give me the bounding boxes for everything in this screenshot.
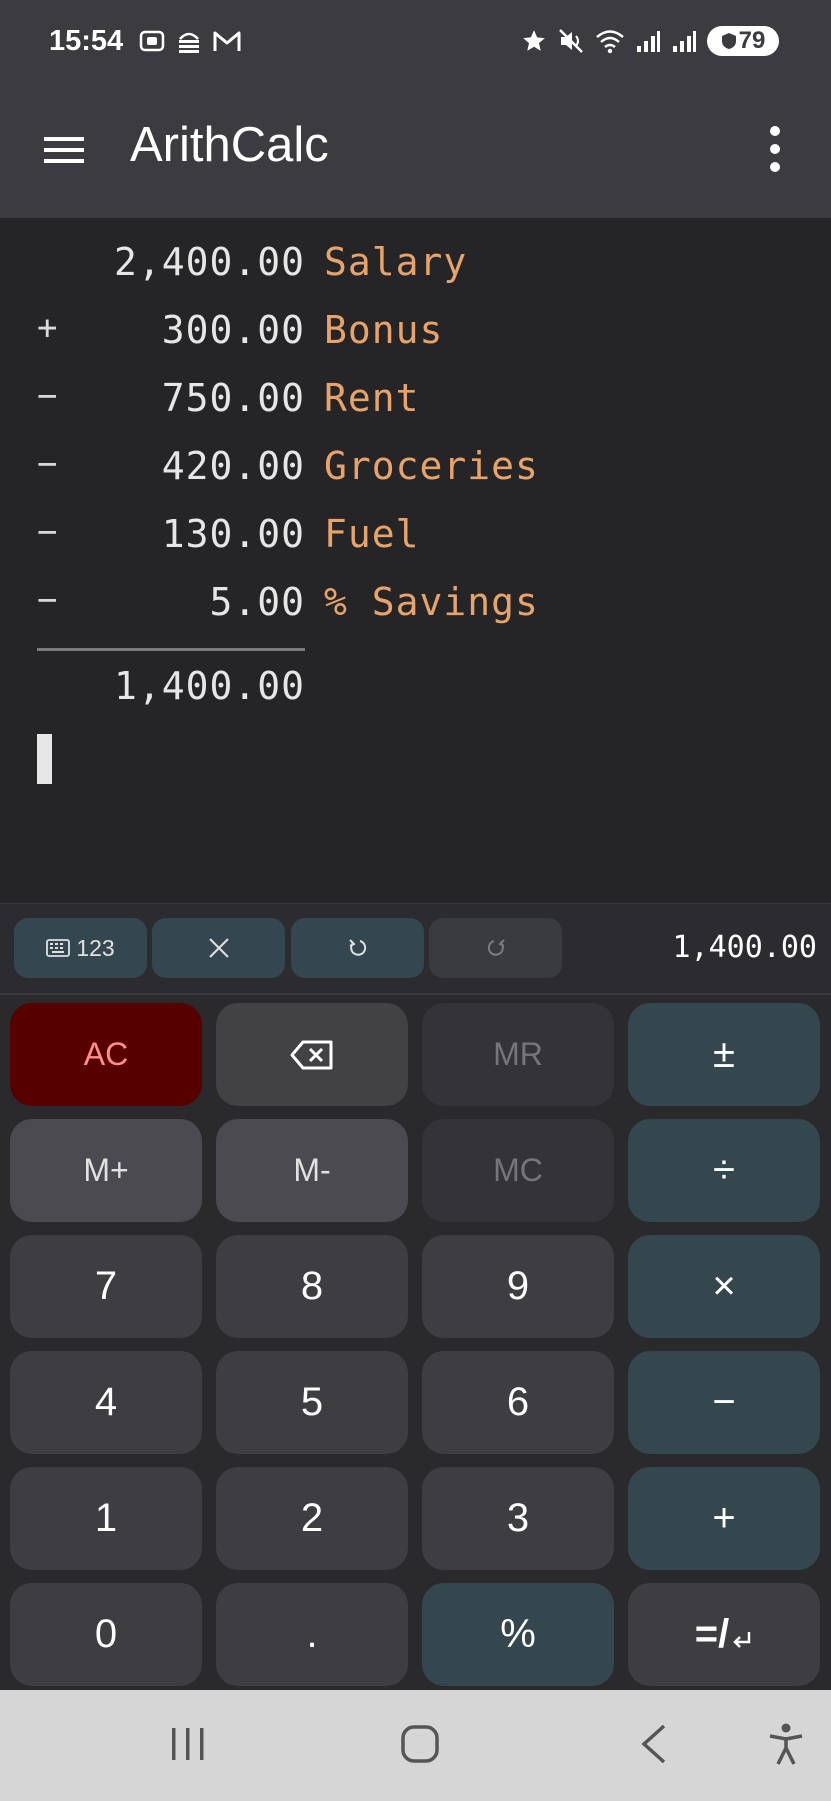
tape-label: % Savings (324, 580, 539, 624)
tape-value: 5.00 (209, 580, 305, 624)
overflow-menu-icon[interactable] (765, 123, 785, 175)
tape-row[interactable]: − 420.00 Groceries (0, 436, 831, 496)
tape-label: Bonus (324, 308, 444, 352)
signal-icon-2 (673, 31, 696, 52)
shield-icon (721, 33, 736, 49)
undo-button[interactable] (291, 918, 424, 978)
toolbar: 123 1,400.00 (0, 903, 831, 994)
redo-button[interactable] (429, 918, 562, 978)
equals-enter-button[interactable]: =/ (628, 1583, 820, 1686)
status-time: 15:54 (49, 25, 124, 57)
tape-value: 750.00 (161, 376, 305, 420)
tape-label: Rent (324, 376, 420, 420)
multiply-button[interactable]: × (628, 1235, 820, 1338)
plus-minus-button[interactable]: ± (628, 1003, 820, 1106)
digit-2-button[interactable]: 2 (216, 1467, 408, 1570)
keyboard-icon (46, 939, 71, 957)
tape-total: 1,400.00 (113, 664, 305, 708)
backspace-button[interactable] (216, 1003, 408, 1106)
close-icon (208, 938, 229, 958)
star-icon (523, 30, 545, 51)
memory-subtract-button[interactable]: M- (216, 1119, 408, 1222)
tape-label: Salary (324, 240, 468, 284)
memory-recall-button[interactable]: MR (422, 1003, 614, 1106)
screenshot-icon (139, 30, 165, 52)
digit-0-button[interactable]: 0 (10, 1583, 202, 1686)
tape-row[interactable]: 2,400.00 Salary (0, 232, 831, 292)
minus-button[interactable]: − (628, 1351, 820, 1454)
equals-label: =/ (694, 1612, 730, 1656)
tape-row[interactable]: − 5.00 % Savings (0, 572, 831, 632)
home-icon[interactable] (398, 1722, 442, 1766)
status-left-icons (138, 27, 242, 55)
total-divider (37, 648, 305, 651)
system-navigation-bar (0, 1690, 831, 1801)
tape-label: Groceries (324, 444, 539, 488)
wifi-icon (596, 30, 624, 54)
tape-row[interactable]: + 300.00 Bonus (0, 300, 831, 360)
tape-value: 130.00 (161, 512, 305, 556)
back-icon[interactable] (636, 1722, 672, 1766)
all-clear-button[interactable]: AC (10, 1003, 202, 1106)
redo-icon (487, 939, 505, 956)
backspace-icon (290, 1040, 333, 1069)
digit-6-button[interactable]: 6 (422, 1351, 614, 1454)
digit-7-button[interactable]: 7 (10, 1235, 202, 1338)
digit-4-button[interactable]: 4 (10, 1351, 202, 1454)
percent-button[interactable]: % (422, 1583, 614, 1686)
keypad: AC MR ± M+ M- MC ÷ 7 8 9 × 4 5 6 − 1 2 3… (0, 993, 831, 1692)
calculation-tape[interactable]: 2,400.00 Salary + 300.00 Bonus − 750.00 … (0, 218, 831, 903)
tape-value: 2,400.00 (113, 240, 305, 284)
tape-label: Fuel (324, 512, 420, 556)
current-result-display: 1,400.00 (672, 930, 818, 965)
digit-5-button[interactable]: 5 (216, 1351, 408, 1454)
gmail-icon (213, 31, 241, 51)
digit-9-button[interactable]: 9 (422, 1235, 614, 1338)
mute-icon (559, 29, 583, 53)
battery-indicator: 79 (707, 26, 779, 56)
signal-icon (637, 31, 660, 52)
keyboard-toggle-label: 123 (76, 934, 115, 961)
digit-1-button[interactable]: 1 (10, 1467, 202, 1570)
memory-clear-button[interactable]: MC (422, 1119, 614, 1222)
app-title: ArithCalc (130, 118, 329, 172)
status-bar: 15:54 79 (0, 0, 831, 85)
status-right-icons: 79 (521, 26, 779, 56)
text-cursor (37, 734, 52, 784)
undo-icon (348, 939, 366, 956)
digit-3-button[interactable]: 3 (422, 1467, 614, 1570)
enter-icon (733, 1631, 751, 1648)
tape-row[interactable]: − 750.00 Rent (0, 368, 831, 428)
recent-apps-icon[interactable] (168, 1722, 208, 1766)
accessibility-icon[interactable] (766, 1722, 806, 1766)
cloud-sync-icon (179, 32, 199, 53)
keyboard-toggle-button[interactable]: 123 (14, 918, 147, 978)
tape-value: 300.00 (161, 308, 305, 352)
tape-row[interactable]: − 130.00 Fuel (0, 504, 831, 564)
decimal-point-button[interactable]: . (216, 1583, 408, 1686)
memory-add-button[interactable]: M+ (10, 1119, 202, 1222)
hamburger-menu-icon[interactable] (42, 128, 86, 172)
clear-tape-button[interactable] (152, 918, 285, 978)
divide-button[interactable]: ÷ (628, 1119, 820, 1222)
app-bar: ArithCalc (0, 85, 831, 218)
plus-button[interactable]: + (628, 1467, 820, 1570)
battery-level: 79 (738, 27, 766, 54)
digit-8-button[interactable]: 8 (216, 1235, 408, 1338)
tape-value: 420.00 (161, 444, 305, 488)
